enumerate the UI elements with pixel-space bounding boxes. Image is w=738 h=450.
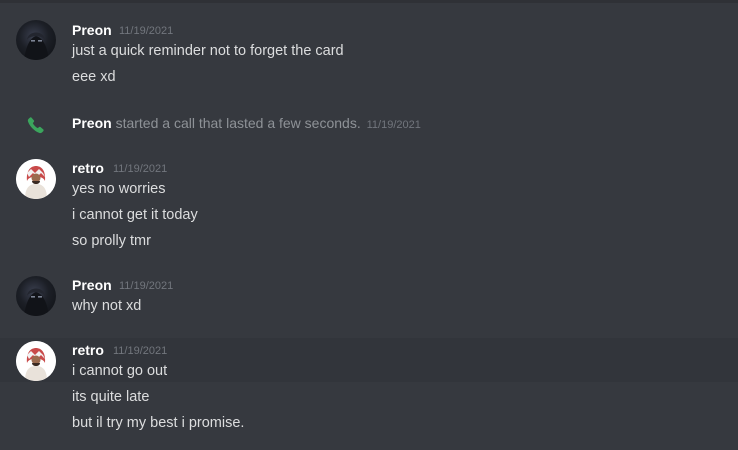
- username[interactable]: retro: [72, 342, 104, 358]
- message-text: yes no worries: [72, 181, 166, 197]
- chat-messages-area: Preon 11/19/2021 just a quick reminder n…: [0, 0, 738, 450]
- message-text: i cannot get it today: [72, 207, 198, 223]
- message-text: just a quick reminder not to forget the …: [72, 43, 344, 59]
- message-text: its quite late: [72, 389, 150, 405]
- phone-icon: [27, 117, 44, 134]
- call-event: Preon started a call that lasted a few s…: [72, 115, 421, 131]
- message-text: eee xd: [72, 69, 116, 85]
- message-group[interactable]: retro 11/19/2021 i cannot go out: [0, 338, 738, 382]
- username[interactable]: retro: [72, 160, 104, 176]
- timestamp: 11/19/2021: [113, 163, 168, 175]
- call-timestamp: 11/19/2021: [366, 119, 421, 131]
- timestamp: 11/19/2021: [119, 280, 174, 292]
- message-group[interactable]: Preon 11/19/2021 just a quick reminder n…: [0, 0, 738, 100]
- call-caller[interactable]: Preon: [72, 115, 112, 131]
- message-text: i cannot go out: [72, 363, 168, 379]
- avatar[interactable]: [16, 20, 56, 60]
- message-group[interactable]: Preon 11/19/2021 why not xd: [0, 268, 738, 328]
- call-description: started a call that lasted a few seconds…: [115, 115, 361, 131]
- message-text: why not xd: [72, 298, 142, 314]
- message-group[interactable]: retro 11/19/2021 yes no worries i cannot…: [0, 150, 738, 260]
- username[interactable]: Preon: [72, 277, 112, 293]
- avatar[interactable]: [16, 276, 56, 316]
- phone-icon-shape: [27, 117, 44, 134]
- avatar[interactable]: [16, 159, 56, 199]
- avatar[interactable]: [16, 341, 56, 381]
- message-continuation[interactable]: its quite late but il try my best i prom…: [0, 382, 738, 442]
- message-text: so prolly tmr: [72, 233, 151, 249]
- timestamp: 11/19/2021: [119, 25, 174, 37]
- message-text: but il try my best i promise.: [72, 415, 245, 431]
- timestamp: 11/19/2021: [113, 345, 168, 357]
- username[interactable]: Preon: [72, 22, 112, 38]
